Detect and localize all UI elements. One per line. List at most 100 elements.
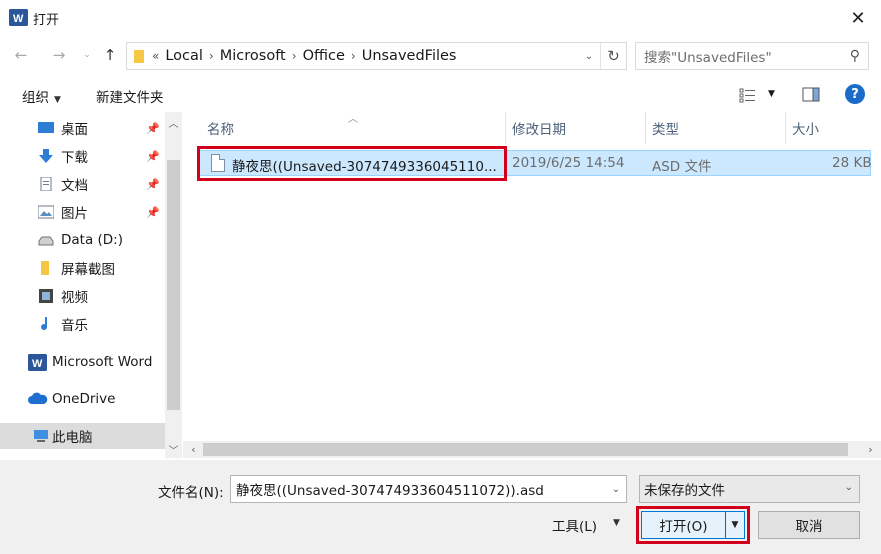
sidebar-item-onedrive[interactable]: OneDrive (0, 386, 165, 412)
chevron-down-icon: ⌄ (83, 50, 91, 60)
sidebar-item-screenshots[interactable]: 屏幕截图 (0, 255, 165, 281)
close-button[interactable]: ✕ (835, 0, 881, 36)
column-header-name[interactable]: 名称 (183, 112, 506, 144)
sidebar-item-music[interactable]: 音乐 (0, 311, 165, 337)
file-size: 28 KB (832, 155, 872, 171)
annotation-highlight-open (636, 506, 750, 544)
scroll-left-icon[interactable]: ‹ (185, 441, 202, 458)
scroll-down-icon[interactable]: ﹀ (165, 441, 182, 458)
column-type-label: 类型 (652, 122, 679, 138)
arrow-right-icon: → (52, 46, 66, 64)
organize-menu[interactable]: 组织 ▼ (22, 86, 61, 106)
sidebar-item-label: 文档 (61, 178, 88, 194)
sidebar-item-label: 下载 (61, 150, 88, 166)
music-icon (41, 317, 48, 331)
sidebar-item-videos[interactable]: 视频 (0, 283, 165, 309)
scroll-up-icon[interactable]: ︿ (165, 114, 182, 131)
sidebar-item-label: 视频 (61, 290, 88, 306)
preview-pane-icon[interactable] (802, 87, 820, 103)
column-header-modified[interactable]: 修改日期 (506, 112, 646, 144)
cancel-button[interactable]: 取消 (758, 511, 860, 539)
column-size-label: 大小 (792, 122, 819, 138)
word-icon: W (28, 353, 47, 371)
breadcrumb-local[interactable]: Local (165, 48, 203, 64)
filename-label: 文件名(N): (158, 485, 224, 501)
search-icon: ⚲ (849, 48, 860, 64)
sidebar-item-label: 此电脑 (52, 430, 93, 446)
close-icon: ✕ (850, 7, 866, 29)
column-modified-label: 修改日期 (512, 122, 566, 138)
breadcrumb-office[interactable]: Office (303, 48, 345, 64)
sidebar-item-label: 桌面 (61, 122, 88, 138)
address-bar[interactable]: « Local › Microsoft › Office › UnsavedFi… (126, 42, 627, 70)
desktop-icon (38, 122, 54, 133)
word-app-icon: W (9, 9, 28, 26)
tools-menu[interactable]: 工具(L) (552, 515, 597, 535)
navigation-pane: 桌面 📌 下载 📌 文档 📌 图片 📌 Data (D:) 屏幕截图 视频 音乐… (0, 112, 182, 458)
column-header-size[interactable]: 大小 (786, 112, 881, 144)
breadcrumb-unsavedfiles[interactable]: UnsavedFiles (362, 48, 457, 64)
pin-icon[interactable]: 📌 (146, 150, 160, 163)
refresh-icon: ↻ (607, 47, 620, 65)
forward-button[interactable]: → (48, 44, 70, 66)
search-input[interactable]: 搜索"UnsavedFiles" ⚲ (635, 42, 869, 70)
sidebar-item-label: 图片 (61, 206, 88, 222)
sidebar-item-downloads[interactable]: 下载 📌 (0, 143, 165, 169)
up-button[interactable]: ↑ (99, 44, 121, 66)
scroll-right-icon[interactable]: › (862, 441, 879, 458)
filename-dropdown-icon[interactable]: ⌄ (606, 476, 626, 502)
filetype-value: 未保存的文件 (644, 483, 725, 499)
breadcrumb-separator-icon[interactable]: › (292, 49, 297, 63)
column-name-label: 名称 (207, 122, 234, 138)
sidebar-scrollbar-thumb[interactable] (167, 160, 180, 410)
help-icon[interactable]: ? (845, 84, 865, 104)
new-folder-label: 新建文件夹 (96, 90, 164, 106)
arrow-left-icon: ← (14, 46, 28, 64)
pin-icon[interactable]: 📌 (146, 206, 160, 219)
folder-icon (41, 261, 49, 275)
command-toolbar: 组织 ▼ 新建文件夹 ▼ (0, 80, 881, 110)
file-list-hscrollbar[interactable]: ‹ › (183, 441, 881, 458)
new-folder-button[interactable]: 新建文件夹 (96, 86, 164, 106)
breadcrumb-microsoft[interactable]: Microsoft (220, 48, 286, 64)
window-title: 打开 (33, 13, 60, 28)
refresh-button[interactable]: ↻ (600, 43, 626, 69)
svg-text:W: W (13, 13, 24, 25)
document-icon (40, 177, 52, 191)
sidebar-item-pictures[interactable]: 图片 📌 (0, 199, 165, 225)
sidebar-item-microsoft-word[interactable]: W Microsoft Word (0, 349, 165, 375)
address-history-dropdown[interactable]: ⌄ (578, 51, 600, 62)
pin-icon[interactable]: 📌 (146, 122, 160, 135)
sidebar-item-data-drive[interactable]: Data (D:) (0, 227, 165, 253)
filename-value: 静夜思((Unsaved-307474933604511072)).asd (236, 483, 544, 499)
arrow-up-icon: ↑ (103, 46, 117, 64)
tools-caret-icon[interactable]: ▼ (613, 518, 620, 528)
sidebar-item-this-pc[interactable]: 此电脑 (0, 423, 165, 449)
sidebar-item-documents[interactable]: 文档 📌 (0, 171, 165, 197)
sidebar-item-label: Data (D:) (61, 232, 124, 248)
title-bar: W 打开 ✕ (0, 0, 881, 36)
pictures-icon (38, 205, 54, 219)
view-options-icon[interactable] (739, 87, 757, 103)
computer-icon (34, 430, 48, 442)
sidebar-item-desktop[interactable]: 桌面 📌 (0, 115, 165, 141)
filename-input[interactable]: 静夜思((Unsaved-307474933604511072)).asd ⌄ (230, 475, 627, 503)
pin-icon[interactable]: 📌 (146, 178, 160, 191)
svg-text:W: W (32, 358, 43, 370)
search-placeholder: 搜索"UnsavedFiles" (644, 50, 772, 66)
file-type: ASD 文件 (652, 159, 712, 175)
overflow-chevron-icon[interactable]: « (152, 49, 159, 63)
annotation-highlight-file (197, 146, 507, 181)
recent-locations-button[interactable]: ⌄ (76, 44, 98, 66)
video-icon (39, 289, 53, 303)
breadcrumb-separator-icon[interactable]: › (209, 49, 214, 63)
sidebar-item-label: OneDrive (52, 391, 116, 407)
onedrive-icon (28, 392, 48, 404)
hscroll-thumb[interactable] (203, 443, 848, 456)
folder-icon (134, 49, 144, 63)
back-button[interactable]: ← (10, 44, 32, 66)
column-header-type[interactable]: 类型 (646, 112, 786, 144)
filetype-select[interactable]: 未保存的文件 ⌄ (639, 475, 860, 503)
breadcrumb-separator-icon[interactable]: › (351, 49, 356, 63)
view-options-caret-icon[interactable]: ▼ (768, 89, 775, 99)
